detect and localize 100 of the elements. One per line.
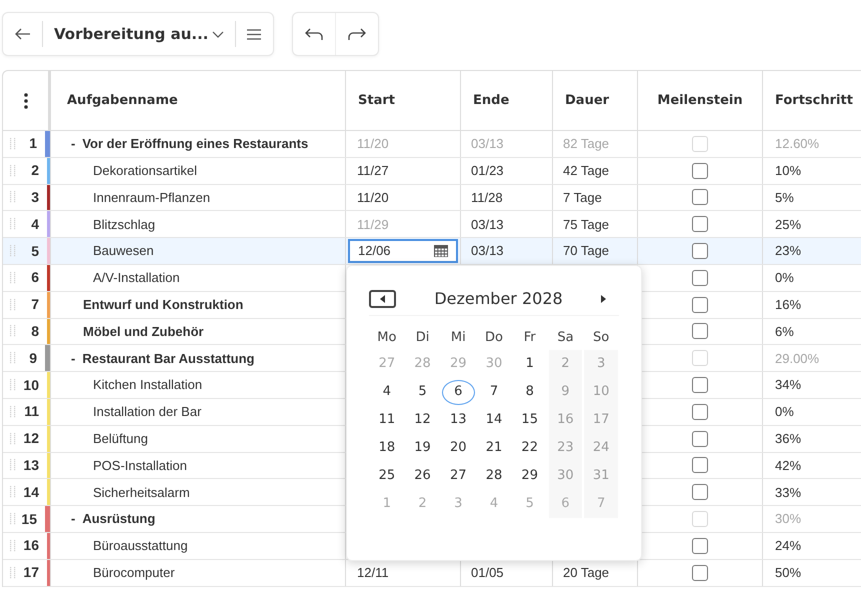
- progress-value: 34%: [775, 376, 802, 394]
- previous-month-button[interactable]: [369, 290, 396, 308]
- drag-handle-icon[interactable]: [10, 432, 16, 445]
- drag-handle-icon[interactable]: [10, 298, 16, 311]
- milestone-checkbox[interactable]: [692, 243, 708, 260]
- calendar-day[interactable]: 15: [513, 408, 546, 432]
- milestone-checkbox[interactable]: [692, 323, 708, 340]
- calendar-day[interactable]: 6: [442, 380, 475, 404]
- row-number: 10: [22, 376, 40, 395]
- start-date: 11/20: [356, 188, 389, 207]
- task-name: Entwurf und Konstruktion: [83, 296, 244, 314]
- progress-value: 25%: [775, 216, 802, 234]
- progress-value: 50%: [775, 564, 802, 582]
- weekday-label: Do: [484, 329, 504, 347]
- milestone-checkbox[interactable]: [692, 296, 708, 313]
- milestone-checkbox[interactable]: [692, 270, 708, 286]
- milestone-checkbox[interactable]: [692, 162, 708, 179]
- calendar-day[interactable]: 18: [370, 436, 404, 460]
- drag-handle-icon[interactable]: [10, 245, 16, 258]
- drag-handle-icon[interactable]: [10, 191, 16, 204]
- calendar-day[interactable]: 13: [442, 408, 475, 432]
- project-title[interactable]: Vorbereitung au...: [54, 22, 208, 46]
- calendar-day[interactable]: 12: [406, 408, 440, 432]
- milestone-checkbox[interactable]: [692, 538, 708, 554]
- column-header[interactable]: Meilenstein: [657, 90, 743, 110]
- back-arrow-icon[interactable]: [15, 28, 31, 40]
- milestone-checkbox[interactable]: [692, 457, 708, 474]
- calendar-day[interactable]: 29: [513, 464, 546, 488]
- drag-handle-icon[interactable]: [10, 272, 16, 284]
- calendar-day[interactable]: 20: [442, 436, 475, 460]
- duration: 20 Tage: [563, 564, 610, 582]
- weekday-label: Di: [414, 329, 430, 347]
- drag-handle-icon[interactable]: [10, 138, 16, 150]
- menu-icon[interactable]: [246, 28, 260, 40]
- collapse-toggle[interactable]: -: [71, 348, 76, 368]
- end-date: 03/13: [471, 216, 504, 234]
- chevron-down-icon[interactable]: [212, 30, 224, 38]
- milestone-checkbox[interactable]: [692, 404, 708, 420]
- progress-value: 16%: [775, 296, 802, 314]
- task-name: Blitzschlag: [93, 216, 156, 234]
- milestone-checkbox[interactable]: [692, 564, 708, 581]
- row-number: 4: [30, 214, 40, 234]
- progress-value: 10%: [775, 162, 802, 180]
- drag-handle-icon[interactable]: [10, 459, 16, 472]
- calendar-day[interactable]: 4: [370, 380, 404, 404]
- drag-handle-icon[interactable]: [10, 218, 16, 230]
- drag-handle-icon[interactable]: [10, 379, 16, 392]
- redo-icon[interactable]: [348, 28, 366, 40]
- milestone-checkbox[interactable]: [692, 484, 708, 500]
- calendar-day[interactable]: 5: [406, 380, 440, 404]
- column-header[interactable]: Start: [358, 90, 395, 110]
- calendar-day[interactable]: 26: [406, 464, 440, 488]
- task-name: Belüftung: [93, 430, 148, 448]
- milestone-checkbox[interactable]: [692, 216, 708, 232]
- weekday-label: So: [592, 329, 610, 347]
- row-number: 14: [22, 482, 40, 502]
- calendar-day[interactable]: 8: [513, 380, 546, 404]
- drag-handle-icon[interactable]: [10, 406, 16, 418]
- calendar-day[interactable]: 21: [477, 436, 510, 460]
- calendar-day[interactable]: 14: [477, 408, 510, 432]
- calendar-day[interactable]: 11: [370, 408, 404, 432]
- drag-handle-icon[interactable]: [10, 325, 16, 338]
- end-date: 11/28: [471, 188, 503, 207]
- calendar-day[interactable]: 28: [477, 464, 510, 488]
- drag-handle-icon[interactable]: [10, 566, 16, 579]
- task-name: POS-Installation: [93, 456, 187, 475]
- drag-handle-icon[interactable]: [10, 540, 16, 552]
- milestone-checkbox[interactable]: [692, 430, 708, 447]
- calendar-day[interactable]: 27: [442, 464, 475, 488]
- date-input-field[interactable]: 12/06: [348, 239, 458, 264]
- column-header[interactable]: Aufgabenname: [67, 90, 178, 110]
- next-month-icon[interactable]: [601, 294, 607, 302]
- calendar-day[interactable]: 22: [513, 436, 546, 460]
- collapse-toggle[interactable]: -: [71, 509, 76, 529]
- row-number: 2: [30, 161, 40, 180]
- column-header[interactable]: Fortschritt: [775, 90, 853, 110]
- calendar-day[interactable]: 1: [513, 352, 546, 376]
- column-header[interactable]: Ende: [473, 90, 510, 110]
- milestone-checkbox[interactable]: [692, 377, 708, 394]
- drag-handle-icon[interactable]: [10, 164, 16, 177]
- calendar-day[interactable]: 19: [406, 436, 440, 460]
- calendar-day[interactable]: 7: [477, 380, 510, 404]
- calendar-icon[interactable]: [434, 245, 448, 258]
- row-number: 11: [23, 402, 40, 422]
- drag-handle-icon[interactable]: [10, 486, 16, 498]
- undo-icon[interactable]: [304, 28, 322, 40]
- column-header[interactable]: Dauer: [565, 90, 610, 110]
- calendar-day[interactable]: 25: [370, 464, 404, 488]
- end-date: 01/05: [471, 564, 504, 582]
- more-options-icon[interactable]: [24, 92, 28, 108]
- task-name: Installation der Bar: [93, 403, 202, 422]
- progress-value: 42%: [775, 456, 802, 475]
- month-title: Dezember 2028: [434, 288, 563, 310]
- milestone-checkbox[interactable]: [692, 189, 708, 206]
- progress-value: 29.00%: [775, 350, 820, 368]
- collapse-toggle[interactable]: -: [71, 134, 76, 154]
- row-number: 16: [22, 536, 40, 556]
- task-name: Kitchen Installation: [93, 376, 202, 394]
- drag-handle-icon[interactable]: [10, 352, 16, 364]
- drag-handle-icon[interactable]: [10, 513, 16, 526]
